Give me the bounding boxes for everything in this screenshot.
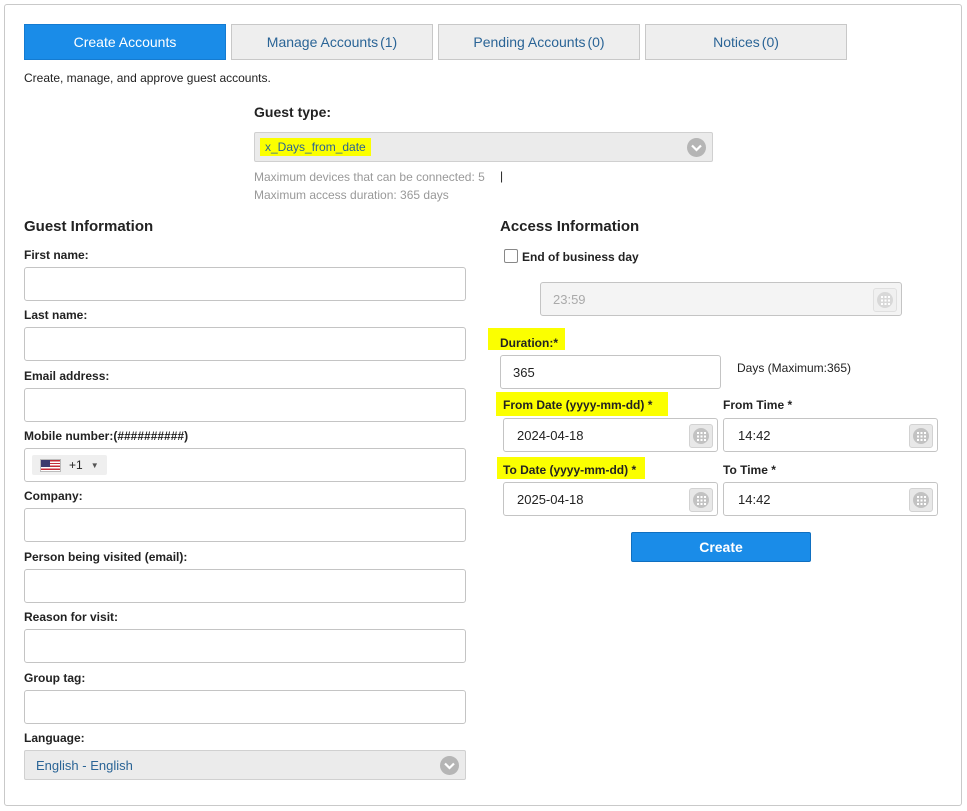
access-info-title: Access Information [500,218,640,235]
from-time-label: From Time * [723,398,793,412]
end-of-day-label: End of business day [522,250,639,264]
to-time-input[interactable]: 14:42 [723,482,938,516]
first-name-input[interactable] [24,267,466,301]
guest-type-value: x_Days_from_date [260,138,371,156]
tab-count: (0) [587,34,605,50]
text-cursor: | [500,169,504,183]
to-date-value: 2025-04-18 [517,491,584,507]
grid-icon [877,292,893,308]
end-of-day-checkbox[interactable] [504,249,518,263]
from-date-value: 2024-04-18 [517,427,584,443]
guest-type-label: Guest type: [254,104,332,120]
create-button[interactable]: Create [631,532,811,562]
from-date-label: From Date (yyyy-mm-dd) * [503,398,653,412]
group-tag-label: Group tag: [24,671,86,685]
tab-count: (1) [380,34,398,50]
time-picker-button[interactable] [909,488,933,512]
tab-label: Manage Accounts [266,34,379,50]
company-input[interactable] [24,508,466,542]
from-date-input[interactable]: 2024-04-18 [503,418,718,452]
create-button-label: Create [699,539,743,555]
max-devices-text: Maximum devices that can be connected: 5 [254,170,485,184]
company-label: Company: [24,489,83,503]
caret-down-icon: ▼ [90,460,99,470]
to-date-input[interactable]: 2025-04-18 [503,482,718,516]
duration-value: 365 [513,364,535,380]
email-input[interactable] [24,388,466,422]
person-visited-input[interactable] [24,569,466,603]
tab-pending-accounts[interactable]: Pending Accounts (0) [438,24,640,60]
reason-label: Reason for visit: [24,610,119,624]
to-time-value: 14:42 [738,491,771,507]
language-value: English - English [36,757,133,773]
reason-input[interactable] [24,629,466,663]
language-label: Language: [24,731,85,745]
guest-type-select[interactable]: x_Days_from_date [254,132,713,162]
page-subtitle: Create, manage, and approve guest accoun… [24,71,271,85]
end-time-input[interactable]: 23:59 [540,282,902,316]
guest-info-title: Guest Information [24,218,154,235]
last-name-input[interactable] [24,327,466,361]
time-picker-button[interactable] [909,424,933,448]
group-tag-input[interactable] [24,690,466,724]
date-picker-button[interactable] [689,424,713,448]
date-picker-button[interactable] [689,488,713,512]
from-time-input[interactable]: 14:42 [723,418,938,452]
grid-icon [913,492,929,508]
tab-label: Pending Accounts [473,34,586,50]
max-duration-text: Maximum access duration: 365 days [254,188,449,202]
tab-create-accounts[interactable]: Create Accounts [24,24,226,60]
to-time-label: To Time * [723,463,776,477]
country-code-selector[interactable]: +1 ▼ [32,455,107,475]
from-time-value: 14:42 [738,427,771,443]
time-picker-button[interactable] [873,288,897,312]
mobile-label: Mobile number:(##########) [24,429,189,443]
tab-notices[interactable]: Notices (0) [645,24,847,60]
duration-input[interactable]: 365 [500,355,721,389]
duration-hint: Days (Maximum:365) [737,361,852,375]
duration-label: Duration:* [500,336,558,350]
to-date-label: To Date (yyyy-mm-dd) * [503,463,637,477]
person-visited-label: Person being visited (email): [24,550,188,564]
first-name-label: First name: [24,248,89,262]
tab-label: Create Accounts [73,34,177,50]
grid-icon [693,428,709,444]
us-flag-icon [40,458,61,472]
chevron-down-icon [687,138,706,157]
last-name-label: Last name: [24,308,88,322]
country-code: +1 [69,458,83,472]
tab-count: (0) [761,34,779,50]
grid-icon [913,428,929,444]
grid-icon [693,492,709,508]
tab-label: Notices [713,34,760,50]
language-select[interactable]: English - English [24,750,466,780]
email-label: Email address: [24,369,110,383]
end-time-value: 23:59 [553,291,586,307]
chevron-down-icon [440,756,459,775]
tab-manage-accounts[interactable]: Manage Accounts (1) [231,24,433,60]
